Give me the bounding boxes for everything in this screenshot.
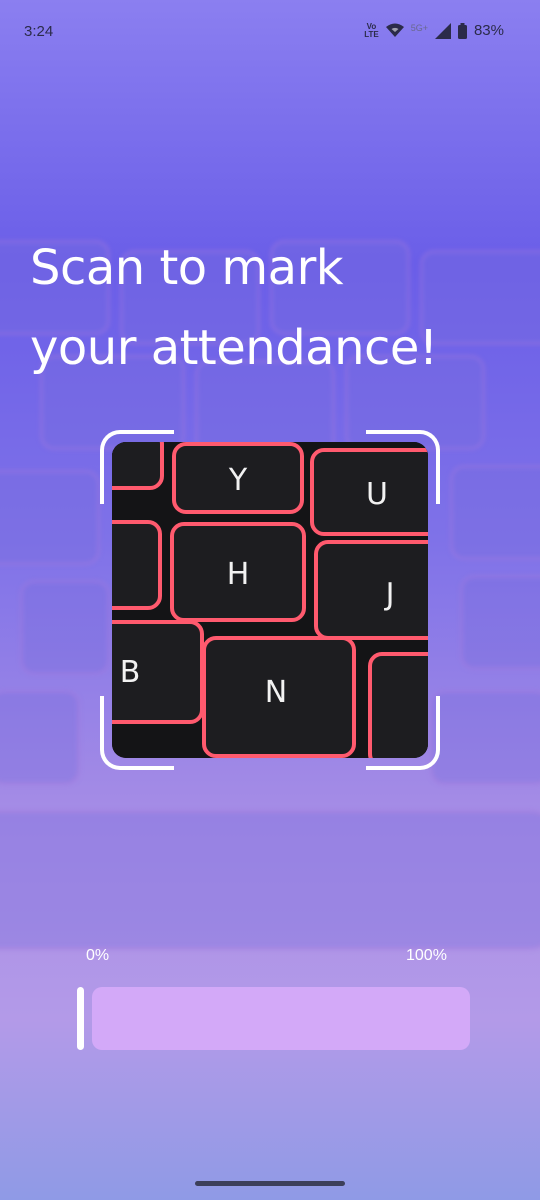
scan-frame-corner-top-right — [366, 430, 440, 504]
progress-start-label: 0% — [86, 947, 110, 964]
signal-icon — [434, 22, 451, 39]
battery-percent: 83% — [473, 22, 504, 39]
status-icons: Vo LTE 5G+ 83% — [364, 22, 504, 39]
progress-end-label: 100% — [406, 947, 447, 964]
title-line-1: Scan to mark — [30, 240, 344, 296]
scan-frame-corner-top-left — [100, 430, 174, 504]
progress-bar — [92, 987, 470, 1050]
key-label-b: B — [120, 655, 141, 690]
volte-bottom-text: LTE — [364, 29, 379, 39]
home-indicator[interactable] — [195, 1181, 345, 1186]
key-label-j: J — [384, 577, 395, 612]
network-type: 5G+ — [410, 22, 428, 33]
volte-icon: Vo LTE — [364, 22, 379, 39]
wifi-icon — [385, 23, 404, 37]
status-bar: 3:24 Vo LTE 5G+ 83% — [0, 0, 540, 62]
scan-frame-corner-bottom-right — [366, 696, 440, 770]
progress-marker — [77, 987, 84, 1050]
qr-scanner[interactable]: Y U H J B N — [100, 430, 440, 770]
battery-icon — [457, 22, 467, 39]
key-label-h: H — [227, 557, 250, 592]
page-title: Scan to mark your attendance! — [30, 228, 520, 388]
title-line-2: your attendance! — [30, 320, 438, 376]
key-label-n: N — [265, 675, 287, 710]
status-time: 3:24 — [24, 23, 54, 40]
scan-frame-corner-bottom-left — [100, 696, 174, 770]
key-j — [314, 540, 428, 640]
key-label-y: Y — [228, 463, 248, 498]
